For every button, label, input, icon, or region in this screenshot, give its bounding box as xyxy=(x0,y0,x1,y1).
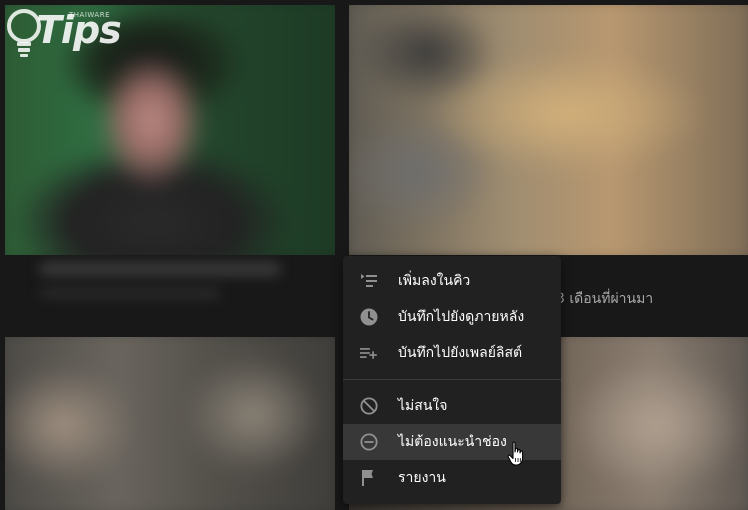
video-title-blurred[interactable] xyxy=(40,262,280,276)
menu-divider xyxy=(343,379,561,380)
menu-item-label: ไม่สนใจ xyxy=(398,398,448,414)
menu-item-label: บันทึกไปยังเพลย์ลิสต์ xyxy=(398,345,523,361)
video-thumbnail[interactable] xyxy=(5,337,335,510)
video-thumbnail[interactable] xyxy=(349,5,748,255)
menu-item-add-to-queue[interactable]: เพิ่มลงในคิว xyxy=(343,263,561,299)
menu-item-watch-later[interactable]: บันทึกไปยังดูภายหลัง xyxy=(343,299,561,335)
upload-age: 3 เดือนที่ผ่านมา xyxy=(556,291,654,307)
menu-item-save-to-playlist[interactable]: บันทึกไปยังเพลย์ลิสต์ xyxy=(343,335,561,371)
hand-pointer-icon xyxy=(507,441,524,466)
menu-item-label: เพิ่มลงในคิว xyxy=(398,273,471,289)
menu-item-label: บันทึกไปยังดูภายหลัง xyxy=(398,309,525,325)
playlist-add-icon xyxy=(360,344,378,362)
menu-item-not-interested[interactable]: ไม่สนใจ xyxy=(343,388,561,424)
flag-icon xyxy=(360,469,378,487)
watermark-logo: THAIWARE Tips xyxy=(6,2,122,60)
block-icon xyxy=(360,397,378,415)
minus-circle-icon xyxy=(360,433,378,451)
watermark-brand: Tips xyxy=(36,8,122,52)
clock-icon xyxy=(360,308,378,326)
add-to-queue-icon xyxy=(360,272,378,290)
channel-name-blurred[interactable] xyxy=(40,288,220,298)
menu-item-label: ไม่ต้องแนะนำช่อง xyxy=(398,434,507,450)
menu-item-label: รายงาน xyxy=(398,470,446,486)
